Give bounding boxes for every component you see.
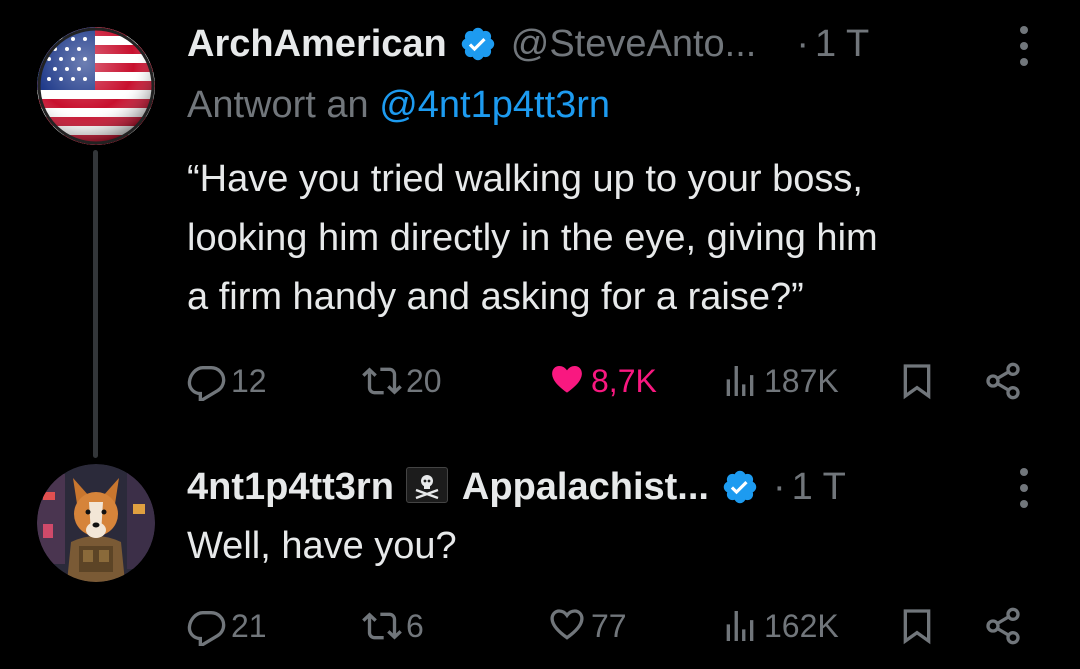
- us-flag-avatar[interactable]: [37, 27, 155, 145]
- verified-badge-icon: [461, 27, 494, 61]
- reply-button[interactable]: 12: [187, 356, 267, 406]
- action-bar: 12 20 8,7K 187K: [187, 356, 1037, 406]
- repost-icon: [362, 612, 402, 640]
- display-name-suffix[interactable]: Appalachist...: [462, 466, 709, 509]
- repost-count: 20: [406, 362, 442, 399]
- views-button[interactable]: 187K: [720, 356, 839, 406]
- display-name[interactable]: 4nt1p4tt3rn: [187, 466, 394, 509]
- reply-button[interactable]: 21: [187, 601, 267, 651]
- bookmark-icon: [903, 609, 931, 645]
- replying-mention[interactable]: @4nt1p4tt3rn: [379, 84, 610, 126]
- repost-count: 6: [406, 607, 424, 644]
- tweet-header: ArchAmerican @SteveAnto... · 1 T: [187, 14, 869, 74]
- share-button[interactable]: [983, 601, 1027, 651]
- like-count: 77: [591, 607, 627, 644]
- tweet-text-line: Well, have you?: [187, 525, 457, 567]
- dog-soldier-avatar[interactable]: [37, 464, 155, 582]
- repost-icon: [362, 367, 402, 395]
- repost-button[interactable]: 6: [362, 601, 424, 651]
- replying-to: Antwort an @4nt1p4tt3rn: [187, 84, 610, 127]
- tweet-text-line: “Have you tried walking up to your boss,: [187, 158, 863, 200]
- like-count: 8,7K: [591, 362, 657, 399]
- more-icon[interactable]: [1018, 468, 1030, 508]
- views-icon: [726, 611, 754, 641]
- reply-count: 12: [231, 362, 267, 399]
- share-icon: [986, 362, 1020, 400]
- bookmark-button[interactable]: [897, 601, 941, 651]
- timestamp[interactable]: 1 T: [815, 23, 869, 66]
- verified-badge-icon: [723, 470, 757, 504]
- views-count: 187K: [764, 362, 839, 399]
- tweet-header: 4nt1p4tt3rn Appalachist... · 1 T: [187, 457, 846, 517]
- action-bar: 21 6 77 162K: [187, 601, 1037, 651]
- tweet-text-line: looking him directly in the eye, giving …: [187, 217, 878, 259]
- repost-button[interactable]: 20: [362, 356, 442, 406]
- share-icon: [986, 607, 1020, 645]
- more-icon[interactable]: [1018, 26, 1030, 66]
- bookmark-button[interactable]: [897, 356, 941, 406]
- views-button[interactable]: 162K: [720, 601, 839, 651]
- like-button[interactable]: 77: [547, 601, 627, 651]
- tweet-text: “Have you tried walking up to your boss,…: [187, 150, 878, 327]
- user-handle[interactable]: @SteveAnto...: [511, 23, 757, 66]
- timestamp[interactable]: 1 T: [792, 466, 846, 509]
- tweet-text: Well, have you?: [187, 517, 457, 576]
- reply-count: 21: [231, 607, 267, 644]
- views-count: 162K: [764, 607, 839, 644]
- reply-icon: [187, 366, 226, 401]
- views-icon: [726, 366, 754, 396]
- display-name[interactable]: ArchAmerican: [187, 23, 447, 66]
- separator-dot: ·: [796, 22, 810, 65]
- pirate-flag-emoji: [405, 467, 448, 503]
- heart-icon: [550, 609, 584, 640]
- replying-prefix: Antwort an: [187, 84, 369, 126]
- separator-dot: ·: [772, 465, 786, 508]
- reply-icon: [187, 611, 226, 646]
- share-button[interactable]: [983, 356, 1027, 406]
- tweet-text-line: a firm handy and asking for a raise?”: [187, 276, 804, 318]
- bookmark-icon: [903, 364, 931, 400]
- like-button[interactable]: 8,7K: [547, 356, 657, 406]
- thread-connector-line: [93, 150, 98, 458]
- heart-icon: [552, 366, 582, 393]
